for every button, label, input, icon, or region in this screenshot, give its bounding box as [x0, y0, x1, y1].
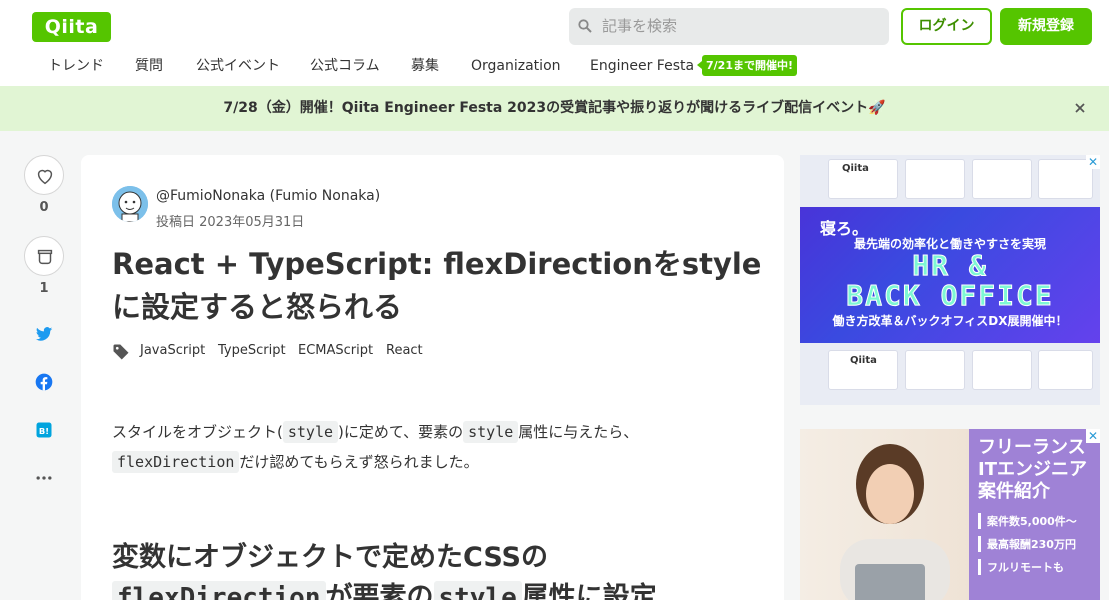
tag-icon [113, 344, 129, 360]
heading-text: が要素の [325, 582, 434, 600]
main-nav: トレンド 質問 公式イベント 公式コラム 募集 Organization Eng… [0, 52, 1109, 82]
paragraph-text: 属性に与えたら、 [518, 423, 639, 441]
inline-code: style [463, 421, 519, 443]
heading-code: style [433, 581, 522, 600]
nav-questions[interactable]: 質問 [135, 52, 163, 80]
nav-official-column[interactable]: 公式コラム [310, 52, 380, 80]
heart-icon [37, 169, 53, 185]
stock-count: 1 [39, 281, 49, 296]
author-avatar[interactable] [112, 186, 148, 222]
tag-react[interactable]: React [386, 343, 423, 358]
site-header: Qiita 記事を検索 ログイン 新規登録 トレンド 質問 公式イベント 公式コ… [0, 0, 1109, 86]
ad-item: 案件数5,000件〜 [978, 513, 1077, 529]
nav-trend[interactable]: トレンド [48, 52, 104, 80]
ad-title: フリーランスITエンジニア案件紹介 [978, 437, 1087, 502]
nav-official-events[interactable]: 公式イベント [196, 52, 280, 80]
ad-tile [1038, 159, 1093, 199]
article-card: @FumioNonaka (Fumio Nonaka) 投稿日 2023年05月… [81, 155, 784, 600]
ad-freelance[interactable]: フリーランスITエンジニア案件紹介 案件数5,000件〜 最高報酬230万円 フ… [800, 429, 1100, 600]
ad-subtitle-2: 働き方改革＆バックオフィスDX展開催中！ [832, 314, 1068, 328]
stock-button[interactable] [24, 236, 64, 276]
intro-paragraph: スタイルをオブジェクト(style)に定めて、要素の style 属性に与えたら、 f… [112, 417, 752, 477]
like-count: 0 [39, 200, 49, 215]
posted-date: 投稿日 2023年05月31日 [156, 215, 305, 230]
twitter-icon[interactable] [34, 324, 54, 344]
inline-code: style [282, 421, 339, 443]
hatena-bookmark-icon[interactable]: B! [34, 420, 54, 440]
ad-tile [972, 350, 1032, 390]
ad-tile [972, 159, 1032, 199]
heading-text: 属性に設定 [521, 582, 657, 600]
close-icon[interactable] [1072, 100, 1088, 116]
search-icon [578, 19, 592, 33]
ad-item: 最高報酬230万円 [978, 536, 1076, 552]
article-title: React + TypeScript: flexDirectionをstyleに… [112, 247, 762, 324]
ad-person-image [840, 444, 950, 600]
nav-recruit[interactable]: 募集 [411, 52, 439, 80]
heading-code: flexDirection [112, 581, 326, 600]
ad-brand: Qiita [842, 163, 869, 174]
ad-headline-1: HR & [912, 249, 988, 283]
search-placeholder: 記事を検索 [602, 17, 678, 35]
ad-tile [1038, 350, 1093, 390]
nav-organization[interactable]: Organization [471, 52, 561, 80]
inline-code: flexDirection [112, 451, 240, 473]
avatar-illustration [112, 186, 148, 222]
ad-brand: Qiita [850, 355, 877, 366]
paragraph-text: スタイルをオブジェクト( [112, 423, 283, 441]
tag-typescript[interactable]: TypeScript [218, 343, 286, 358]
ad-tile [905, 350, 965, 390]
more-icon[interactable] [34, 468, 54, 488]
signup-button[interactable]: 新規登録 [1000, 8, 1092, 45]
announcement-banner: 7/28（金）開催！Qiita Engineer Festa 2023の受賞記事… [0, 86, 1109, 131]
paragraph-text: )に定めて、要素の [338, 423, 464, 441]
ad-hr-back-office[interactable]: Qiita 寝ろ。 最先端の効率化と働きやすさを実現 HR & BACK OFF… [800, 155, 1100, 405]
svg-text:B!: B! [39, 426, 49, 436]
tag-javascript[interactable]: JavaScript [140, 343, 205, 358]
facebook-icon[interactable] [34, 372, 54, 392]
ad-close-icon[interactable]: ✕ [1086, 429, 1100, 443]
ad-tile [905, 159, 965, 199]
paragraph-text: だけ認めてもらえず怒られました。 [239, 453, 479, 471]
section-heading: 変数にオブジェクトで定めたCSSの flexDirection が要素の style 属… [112, 538, 762, 600]
author-name[interactable]: @FumioNonaka (Fumio Nonaka) [156, 188, 380, 204]
tag-ecmascript[interactable]: ECMAScript [298, 343, 373, 358]
qiita-logo[interactable]: Qiita [32, 12, 111, 42]
ad-headline-2: BACK OFFICE [846, 279, 1054, 313]
ad-close-icon[interactable]: ✕ [1086, 155, 1100, 169]
festa-badge: 7/21まで開催中! [697, 55, 797, 76]
search-input[interactable]: 記事を検索 [569, 8, 889, 45]
ad-item: フルリモートも [978, 559, 1064, 575]
like-button[interactable] [24, 155, 64, 195]
banner-text[interactable]: 7/28（金）開催！Qiita Engineer Festa 2023の受賞記事… [0, 86, 1109, 131]
heading-text: 変数にオブジェクトで定めたCSSの [112, 542, 548, 573]
stock-icon [37, 249, 53, 265]
nav-engineer-festa[interactable]: Engineer Festa [590, 52, 694, 80]
login-button[interactable]: ログイン [901, 8, 992, 45]
